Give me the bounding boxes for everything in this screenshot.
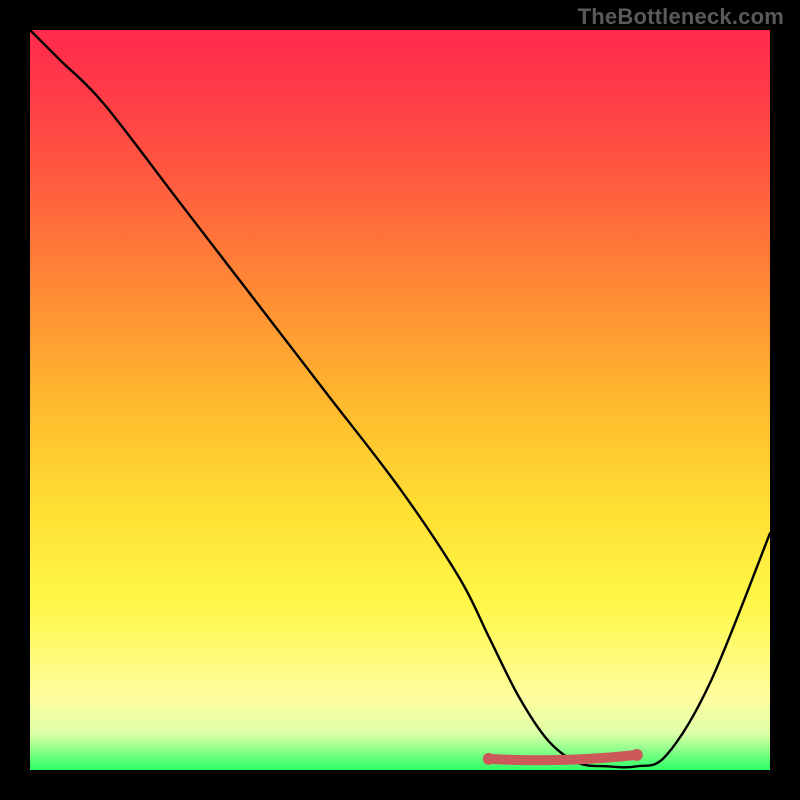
plot-area — [30, 30, 770, 770]
curve-layer — [30, 30, 770, 770]
watermark-text: TheBottleneck.com — [578, 4, 784, 30]
plateau-endpoint-right — [631, 749, 643, 761]
plateau-highlight — [489, 755, 637, 760]
plateau-endpoint-left — [483, 753, 495, 765]
bottleneck-curve — [30, 30, 770, 767]
chart-frame: TheBottleneck.com — [0, 0, 800, 800]
